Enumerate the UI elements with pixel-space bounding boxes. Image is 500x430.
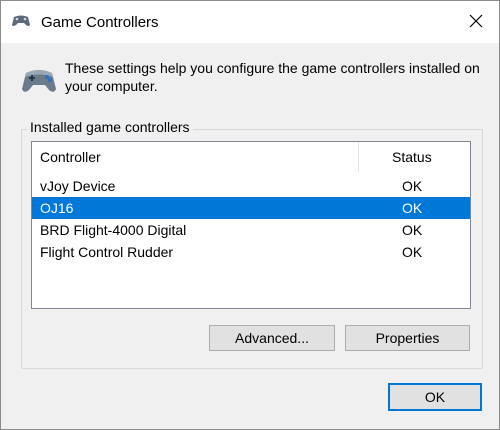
group-label: Installed game controllers (27, 119, 193, 135)
info-text: These settings help you configure the ga… (65, 60, 480, 94)
ok-button[interactable]: OK (388, 383, 482, 411)
close-button[interactable] (453, 1, 499, 43)
column-separator[interactable] (358, 142, 359, 172)
controller-status: OK (402, 222, 423, 238)
list-row-brd-flight-4000[interactable]: BRD Flight-4000 Digital OK (32, 219, 470, 241)
window-title: Game Controllers (41, 14, 159, 31)
column-header-controller[interactable]: Controller (40, 149, 101, 165)
controller-status: OK (402, 178, 423, 194)
close-icon (469, 14, 483, 31)
list-row-flight-control-rudder[interactable]: Flight Control Rudder OK (32, 241, 470, 263)
properties-button[interactable]: Properties (345, 325, 470, 351)
controller-name: vJoy Device (40, 178, 116, 194)
list-row-oj16[interactable]: OJ16 OK (32, 197, 470, 219)
list-header: Controller Status (32, 142, 470, 172)
controller-name: BRD Flight-4000 Digital (40, 222, 187, 238)
game-controllers-dialog: Game Controllers These settings help you… (0, 0, 500, 430)
advanced-button[interactable]: Advanced... (209, 325, 335, 351)
controller-status: OK (402, 244, 423, 260)
title-bar[interactable]: Game Controllers (1, 1, 499, 43)
controllers-list[interactable]: Controller Status vJoy Device OK OJ16 OK… (31, 141, 471, 309)
controller-name: Flight Control Rudder (40, 244, 174, 260)
controller-status: OK (402, 200, 423, 216)
column-header-status[interactable]: Status (392, 149, 432, 165)
gamepad-icon (21, 67, 57, 95)
list-row-vjoy-device[interactable]: vJoy Device OK (32, 175, 470, 197)
controller-name: OJ16 (40, 200, 74, 216)
gamepad-icon (11, 13, 31, 29)
